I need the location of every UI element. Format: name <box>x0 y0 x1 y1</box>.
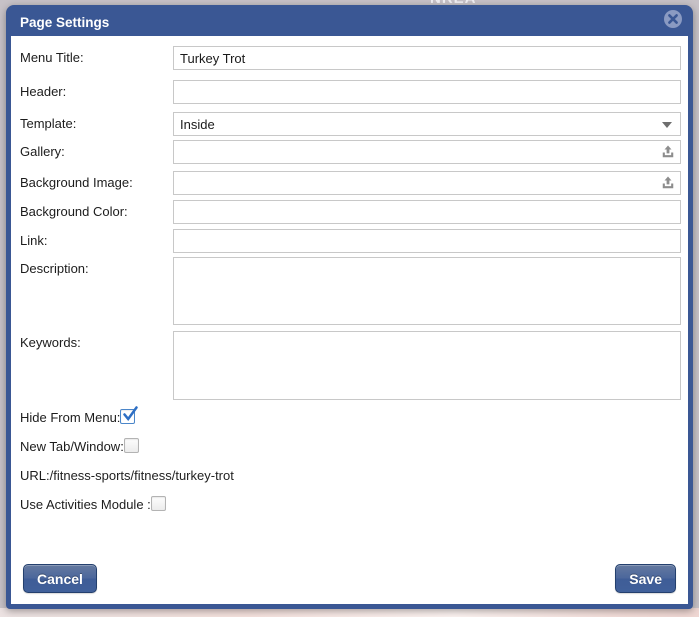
url-row: URL: /fitness-sports/fitness/turkey-trot <box>20 467 681 484</box>
link-input[interactable] <box>173 229 681 253</box>
use-activities-module-row: Use Activities Module : <box>20 496 681 513</box>
new-tab-window-row: New Tab/Window: <box>20 438 681 455</box>
menu-title-label: Menu Title: <box>20 46 173 70</box>
dialog-body: Menu Title: Header: Template: Inside Gal… <box>11 36 688 604</box>
dialog-title: Page Settings <box>11 15 109 30</box>
background-image-row: Background Image: <box>20 171 681 195</box>
upload-icon[interactable] <box>661 145 675 159</box>
description-label: Description: <box>20 257 173 325</box>
dialog-footer: Cancel Save <box>23 564 676 593</box>
template-selected-value: Inside <box>180 117 215 132</box>
background-color-input[interactable] <box>173 200 681 224</box>
header-row: Header: <box>20 80 681 104</box>
description-textarea[interactable] <box>173 257 681 325</box>
keywords-textarea[interactable] <box>173 331 681 400</box>
template-label: Template: <box>20 112 173 136</box>
dialog-header: Page Settings <box>11 10 688 36</box>
upload-icon[interactable] <box>661 176 675 190</box>
link-label: Link: <box>20 229 173 253</box>
new-tab-window-checkbox[interactable] <box>124 438 139 453</box>
use-activities-module-label: Use Activities Module : <box>20 496 151 512</box>
template-select[interactable]: Inside <box>173 112 681 136</box>
hide-from-menu-row: Hide From Menu: <box>20 409 681 426</box>
url-label: URL: <box>20 467 50 483</box>
keywords-label: Keywords: <box>20 331 173 400</box>
template-row: Template: Inside <box>20 112 681 136</box>
save-button[interactable]: Save <box>615 564 676 593</box>
cancel-button[interactable]: Cancel <box>23 564 97 593</box>
header-input[interactable] <box>173 80 681 104</box>
gallery-label: Gallery: <box>20 140 173 164</box>
background-image-input[interactable] <box>173 171 681 195</box>
gallery-row: Gallery: <box>20 140 681 164</box>
page-settings-dialog: Page Settings Menu Title: Header: Templa… <box>6 5 693 609</box>
background-color-label: Background Color: <box>20 200 173 224</box>
background-image-label: Background Image: <box>20 171 173 195</box>
hide-from-menu-checkbox[interactable] <box>120 409 135 424</box>
close-icon[interactable] <box>663 9 683 29</box>
header-label: Header: <box>20 80 173 104</box>
description-row: Description: <box>20 257 681 325</box>
menu-title-row: Menu Title: <box>20 46 681 70</box>
background-page-bottom <box>0 608 699 617</box>
new-tab-window-label: New Tab/Window: <box>20 438 124 454</box>
hide-from-menu-label: Hide From Menu: <box>20 409 120 425</box>
gallery-input[interactable] <box>173 140 681 164</box>
link-row: Link: <box>20 229 681 253</box>
keywords-row: Keywords: <box>20 331 681 400</box>
background-color-row: Background Color: <box>20 200 681 224</box>
use-activities-module-checkbox[interactable] <box>151 496 166 511</box>
url-value: /fitness-sports/fitness/turkey-trot <box>50 467 234 483</box>
menu-title-input[interactable] <box>173 46 681 70</box>
